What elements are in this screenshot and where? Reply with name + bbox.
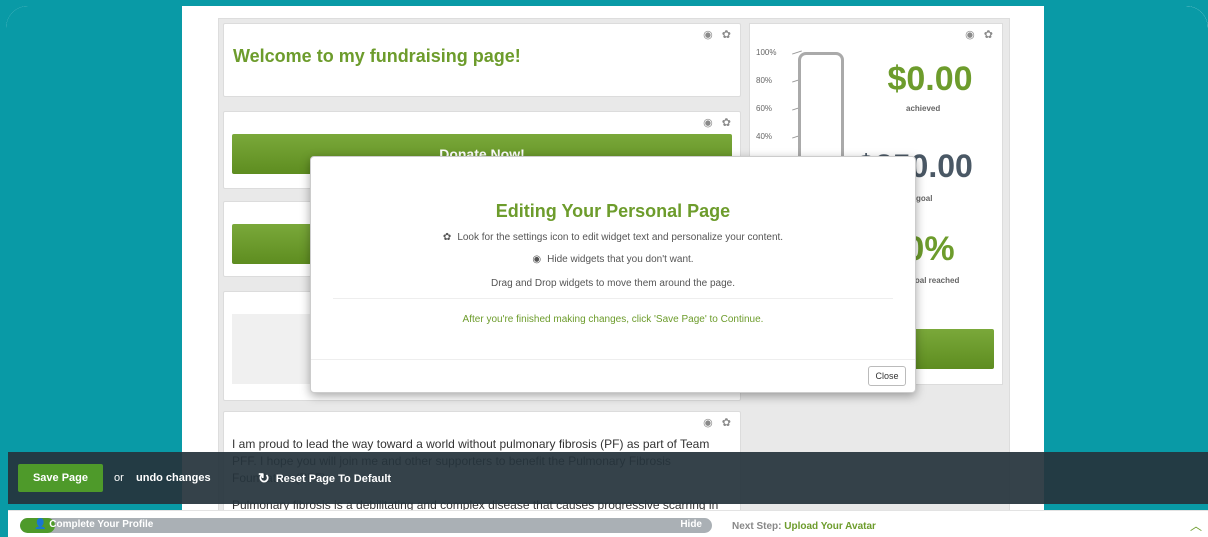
- eye-icon: ◉: [532, 254, 542, 265]
- achieved-value: $0.00: [887, 60, 973, 98]
- widget-tools[interactable]: ◉ ✿: [965, 28, 996, 41]
- modal-line-hide: ◉ Hide widgets that you don't want.: [311, 254, 915, 265]
- profile-progress-label: 👤 Complete Your Profile: [34, 519, 153, 530]
- user-icon: 👤: [34, 519, 47, 530]
- eye-icon[interactable]: ◉: [703, 417, 716, 429]
- editing-modal: Editing Your Personal Page ✿ Look for the…: [310, 156, 916, 393]
- refresh-icon: ↻: [258, 470, 270, 486]
- chevron-up-icon[interactable]: ︿: [1190, 517, 1202, 534]
- modal-line-text: Look for the settings icon to edit widge…: [457, 232, 784, 243]
- next-step-prefix: Next Step:: [732, 521, 782, 532]
- modal-footer-divider: [311, 359, 915, 360]
- next-step: Next Step: Upload Your Avatar: [732, 521, 876, 532]
- gear-icon[interactable]: ✿: [984, 29, 996, 41]
- gear-icon[interactable]: ✿: [722, 117, 734, 129]
- sidebar-donate-button[interactable]: [908, 329, 994, 369]
- modal-line-text: Hide widgets that you don't want.: [547, 254, 694, 265]
- widget-tools[interactable]: ◉ ✿: [703, 116, 734, 129]
- eye-icon[interactable]: ◉: [703, 29, 716, 41]
- tick-label: 100%: [756, 48, 798, 57]
- percent-label: goal reached: [910, 276, 960, 285]
- profile-label: Complete Your Profile: [49, 519, 154, 530]
- profile-bar: 👤 Complete Your Profile Hide Next Step: …: [8, 510, 1208, 537]
- goal-label: goal: [916, 194, 933, 203]
- modal-divider: [333, 298, 893, 299]
- tick-label: 60%: [756, 104, 798, 113]
- gear-icon[interactable]: ✿: [722, 29, 734, 41]
- upload-avatar-link[interactable]: Upload Your Avatar: [784, 521, 876, 532]
- eye-icon[interactable]: ◉: [703, 117, 716, 129]
- widget-tools[interactable]: ◉ ✿: [703, 416, 734, 429]
- welcome-widget[interactable]: ◉ ✿ Welcome to my fundraising page!: [223, 23, 741, 97]
- close-button[interactable]: Close: [868, 366, 906, 386]
- widget-tools[interactable]: ◉ ✿: [703, 28, 734, 41]
- modal-line-save: After you're finished making changes, cl…: [462, 314, 764, 325]
- achieved-label: achieved: [906, 104, 941, 113]
- gear-icon[interactable]: ✿: [722, 417, 734, 429]
- page-title: Welcome to my fundraising page!: [233, 46, 521, 66]
- tick-label: 80%: [756, 76, 798, 85]
- gear-icon: ✿: [442, 232, 452, 243]
- modal-line-drag: Drag and Drop widgets to move them aroun…: [490, 278, 736, 289]
- profile-progress: 👤 Complete Your Profile Hide: [20, 518, 712, 533]
- reset-page-link[interactable]: ↻ Reset Page To Default: [258, 470, 391, 487]
- reset-label: Reset Page To Default: [275, 473, 392, 485]
- hide-profile-link[interactable]: Hide: [680, 519, 702, 530]
- undo-changes-link[interactable]: undo changes: [136, 472, 211, 484]
- save-bar: Save Page or undo changes ↻ Reset Page To…: [8, 452, 1208, 504]
- save-page-button[interactable]: Save Page: [18, 464, 103, 492]
- tick-label: 40%: [756, 132, 798, 141]
- or-text: or: [114, 472, 124, 484]
- modal-title: Editing Your Personal Page: [495, 201, 731, 221]
- eye-icon[interactable]: ◉: [965, 29, 978, 41]
- modal-line-settings: ✿ Look for the settings icon to edit widg…: [311, 232, 915, 243]
